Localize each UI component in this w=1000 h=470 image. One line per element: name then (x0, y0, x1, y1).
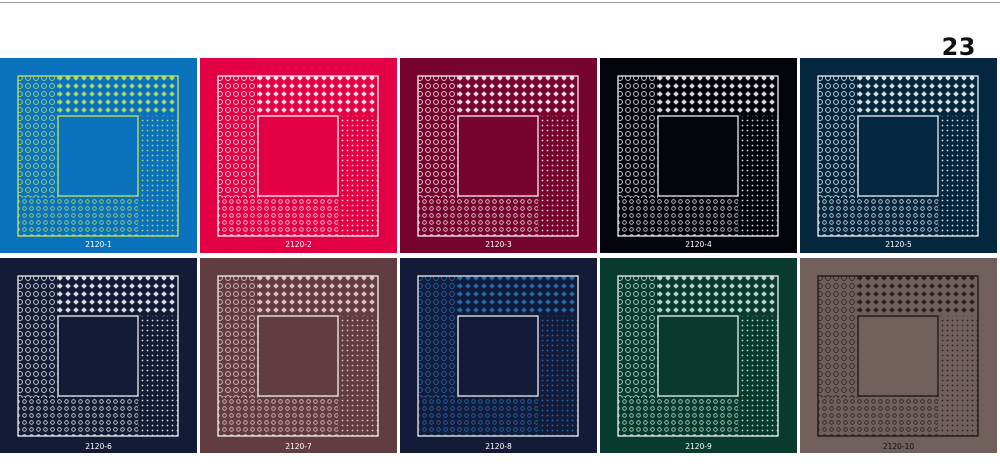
pattern-art (617, 275, 779, 437)
pattern-art (817, 75, 979, 237)
pattern-art (817, 275, 979, 437)
swatch-2120-4[interactable]: 2120-4 (600, 58, 797, 253)
swatch-2120-3[interactable]: 2120-3 (400, 58, 597, 253)
swatch-code: 2120-10 (882, 442, 915, 451)
pattern-art (17, 275, 179, 437)
swatch-2120-8[interactable]: 2120-8 (400, 258, 597, 453)
swatch-2120-10[interactable]: 2120-10 (800, 258, 997, 453)
swatch-2120-6[interactable]: 2120-6 (0, 258, 197, 453)
pattern-art (17, 75, 179, 237)
swatch-code: 2120-3 (485, 240, 512, 249)
pattern-art (417, 75, 579, 237)
swatch-2120-2[interactable]: 2120-2 (200, 58, 397, 253)
swatch-code: 2120-2 (285, 240, 312, 249)
swatch-code: 2120-1 (85, 240, 112, 249)
swatch-2120-7[interactable]: 2120-7 (200, 258, 397, 453)
swatch-code: 2120-6 (85, 442, 112, 451)
swatch-code: 2120-9 (685, 442, 712, 451)
swatch-code: 2120-4 (685, 240, 712, 249)
pattern-art (217, 275, 379, 437)
swatch-code: 2120-7 (285, 442, 312, 451)
swatch-grid: 2120-1 2120-2 2120-3 2120-4 2120-5 2120-… (0, 0, 1000, 470)
pattern-art (417, 275, 579, 437)
swatch-2120-9[interactable]: 2120-9 (600, 258, 797, 453)
swatch-2120-1[interactable]: 2120-1 (0, 58, 197, 253)
pattern-art (617, 75, 779, 237)
swatch-code: 2120-8 (485, 442, 512, 451)
pattern-art (217, 75, 379, 237)
swatch-code: 2120-5 (885, 240, 912, 249)
swatch-2120-5[interactable]: 2120-5 (800, 58, 997, 253)
